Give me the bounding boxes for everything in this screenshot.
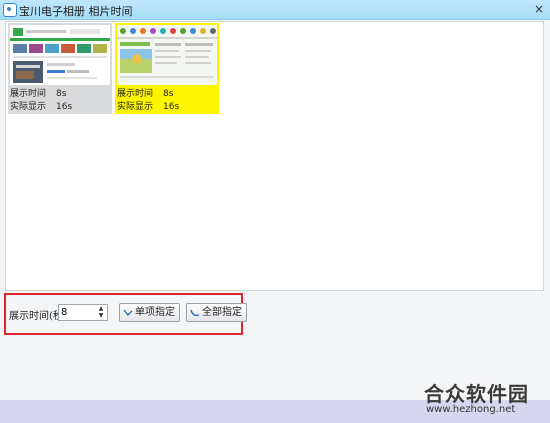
display-time-caption: 展示时间 8s xyxy=(10,89,67,99)
watermark-logo: 合众软件园 www.hezhong.net xyxy=(418,378,546,420)
watermark-brand: 合众软件园 xyxy=(424,382,529,406)
watermark-url: www.hezhong.net xyxy=(426,404,516,415)
apply-all-label: 全部指定 xyxy=(202,307,242,318)
photo-thumbnail-selected[interactable]: 展示时间 8s 实际显示 16s xyxy=(115,23,219,114)
display-time-caption: 展示时间 8s xyxy=(117,89,174,99)
window-title: 宝川电子相册 相片时间 xyxy=(19,5,133,18)
actual-time-caption: 实际显示 16s xyxy=(10,102,73,112)
apply-all-button[interactable]: 全部指定 xyxy=(186,303,247,322)
apply-single-button[interactable]: 单项指定 xyxy=(119,303,180,322)
duration-spinbox[interactable]: ▲▼ xyxy=(58,304,108,321)
title-bar: 宝川电子相册 相片时间 × xyxy=(0,0,550,20)
duration-input[interactable] xyxy=(61,306,95,319)
photo-image xyxy=(10,25,110,85)
spin-arrows-icon[interactable]: ▲ ▼ xyxy=(96,305,106,320)
photo-image xyxy=(117,25,217,85)
app-icon xyxy=(3,3,17,17)
photo-gallery: 展示时间 8s 实际显示 16s 展示时间 8s 实际显示 16s xyxy=(5,21,544,291)
apply-single-icon xyxy=(123,309,133,317)
apply-all-icon xyxy=(190,309,200,317)
actual-time-caption: 实际显示 16s xyxy=(117,102,180,112)
close-icon[interactable]: × xyxy=(532,2,546,16)
apply-single-label: 单项指定 xyxy=(135,307,175,318)
photo-thumbnail[interactable]: 展示时间 8s 实际显示 16s xyxy=(8,23,112,114)
duration-settings-panel: 展示时间(秒) ▲▼ 单项指定 全部指定 xyxy=(4,293,247,335)
